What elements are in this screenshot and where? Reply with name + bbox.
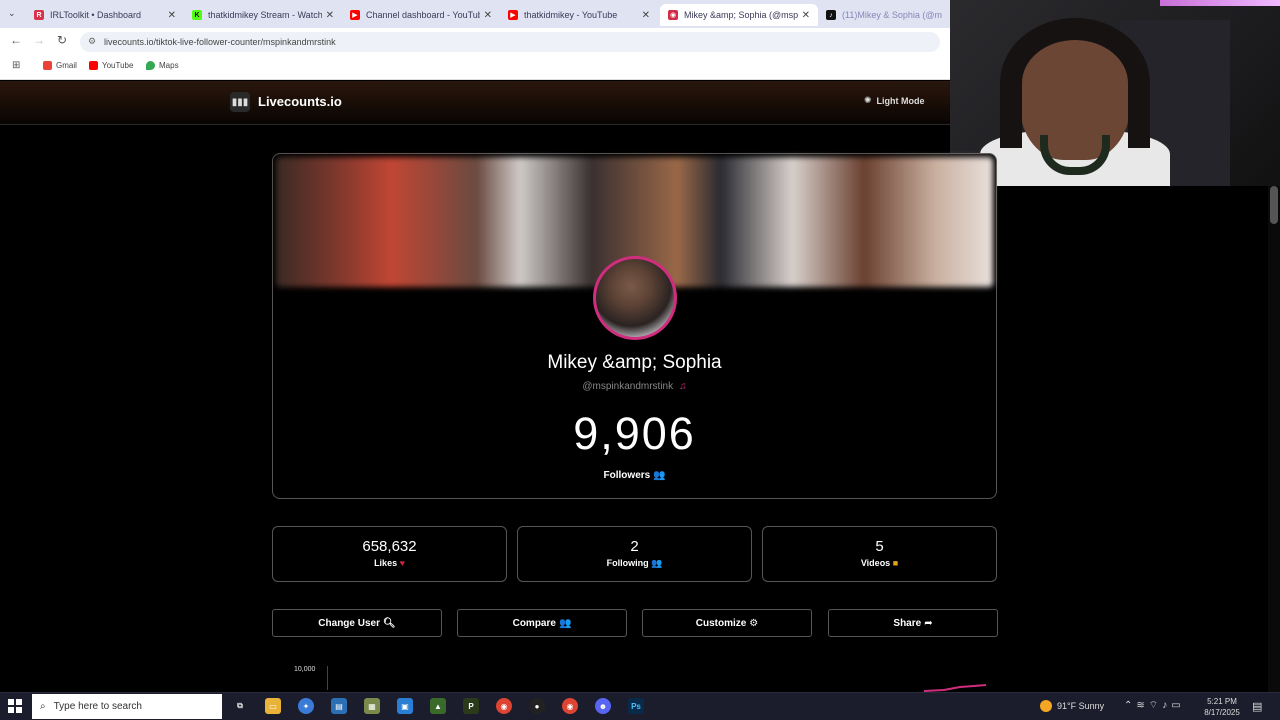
bookmark-youtube[interactable]: YouTube [89,61,133,70]
task-view-icon[interactable]: ⧉ [232,698,248,714]
tab-livecounts[interactable]: ◉ Mikey &amp; Sophia (@mspin ✕ [660,4,818,26]
gmail-icon [43,61,52,70]
system-clock[interactable]: 5:21 PM 8/17/2025 [1198,696,1246,718]
system-tray[interactable]: ⌃≋⌔♪▭ [1124,699,1185,712]
display-name: Mikey &amp; Sophia [547,352,722,373]
game-icon[interactable]: ▲ [430,698,446,714]
compare-button[interactable]: Compare 👥 [457,609,627,637]
sun-icon: ✺ [864,95,872,105]
users-icon: 👥 [558,617,572,629]
tab-tiktok[interactable]: ♪ (11)Mikey & Sophia (@mspin [818,4,950,26]
share-button[interactable]: Share ➦ [828,609,998,637]
close-icon[interactable]: ✕ [642,10,650,21]
discord-icon[interactable]: ☻ [595,698,611,714]
app-icon[interactable]: ▦ [364,698,380,714]
users-icon: 👥 [653,470,666,481]
bookmarks-bar [0,56,950,80]
irltoolkit-icon: R [34,10,44,20]
photoshop-icon[interactable]: Ps [628,698,644,714]
close-icon[interactable]: ✕ [326,10,334,21]
youtube-icon [89,61,98,70]
scrollbar-track[interactable] [1268,186,1280,692]
tab-irltoolkit[interactable]: R IRLToolkit • Dashboard ✕ [26,4,184,26]
wifi-icon[interactable]: ⌔ [1149,700,1162,711]
customize-button[interactable]: Customize ⚙ [642,609,812,637]
notifications-icon[interactable]: ▤ [1252,700,1262,713]
share-icon: ➦ [924,617,933,629]
avatar [593,256,677,340]
back-icon[interactable]: ← [10,33,22,47]
youtube-icon: ▶ [508,10,518,20]
chart-axis [327,666,328,690]
chart-line [924,684,986,692]
tiktok-icon: ♫ [679,381,687,392]
close-icon[interactable]: ✕ [802,10,810,21]
heart-icon: ♥ [399,558,405,568]
chart-tick-label: 10,000 [294,666,316,673]
close-icon[interactable]: ✕ [484,10,492,21]
youtube-icon: ▶ [350,10,360,20]
following-stat: 2 Following 👥 [517,526,752,582]
tiktok-icon: ♪ [826,10,836,20]
gear-icon: ⚙ [749,617,759,629]
store-icon[interactable]: ▣ [397,698,413,714]
app-icon[interactable]: ▤ [331,698,347,714]
users-icon: 👥 [651,558,663,568]
sun-icon [1040,700,1052,712]
pdf-icon[interactable]: P [463,698,479,714]
forward-icon[interactable]: → [33,33,45,47]
address-bar[interactable]: ⚙ livecounts.io/tiktok-live-follower-cou… [80,32,940,52]
weather-widget[interactable]: 91°F Sunny [1040,700,1104,712]
followers-label: Followers 👥 [603,470,666,481]
file-explorer-icon[interactable]: ▭ [265,698,281,714]
tab-youtube-channel[interactable]: ▶ thatkidmikey - YouTube ✕ [500,4,658,26]
tab-channel-dashboard[interactable]: ▶ Channel dashboard - YouTube ✕ [342,4,500,26]
windows-start-icon[interactable] [8,699,22,713]
chevron-up-icon[interactable]: ⌃ [1124,700,1136,711]
volume-icon[interactable]: ♪ [1162,700,1171,711]
bookmark-maps[interactable]: Maps [146,61,179,70]
scrollbar-thumb[interactable] [1270,186,1278,224]
close-icon[interactable]: ✕ [168,10,176,21]
tab-kick-stream[interactable]: K thatkidmikey Stream - Watch Li ✕ [184,4,342,26]
change-user-button[interactable]: Change User 🔍︎ [272,609,442,637]
bookmark-gmail[interactable]: Gmail [43,61,77,70]
site-info-icon[interactable]: ⚙ [88,36,96,47]
bar-chart-icon[interactable]: ▮▮▮ [230,92,250,112]
livecounts-icon: ◉ [668,10,678,20]
tab-list-icon[interactable]: ⌄ [8,8,16,19]
maps-icon [146,61,155,70]
search-icon: ⌕ [40,701,46,712]
site-logo[interactable]: Livecounts.io [258,94,342,109]
video-icon: ■ [892,558,899,568]
light-mode-button[interactable]: ✺ Light Mode [864,95,925,106]
network-icon[interactable]: ≋ [1136,700,1148,711]
chrome-icon[interactable]: ◉ [562,698,578,714]
kick-icon: K [192,10,202,20]
search-icon: 🔍︎ [382,617,396,629]
likes-stat: 658,632 Likes ♥ [272,526,507,582]
copilot-icon[interactable]: ✦ [298,698,314,714]
username: @mspinkandmrstink ♫ [582,381,687,392]
browser-tab-bar: ⌄ R IRLToolkit • Dashboard ✕ K thatkidmi… [0,0,950,28]
follower-count: 9,906 [573,408,696,459]
obs-icon[interactable]: ● [529,698,545,714]
reload-icon[interactable]: ↻ [57,33,67,47]
display-icon[interactable]: ▭ [1171,700,1184,711]
chrome-icon[interactable]: ◉ [496,698,512,714]
webcam-overlay [950,0,1280,186]
videos-stat: 5 Videos ■ [762,526,997,582]
taskbar-search-input[interactable]: ⌕ Type here to search [32,694,222,719]
apps-grid-icon[interactable]: ⊞ [12,60,20,71]
